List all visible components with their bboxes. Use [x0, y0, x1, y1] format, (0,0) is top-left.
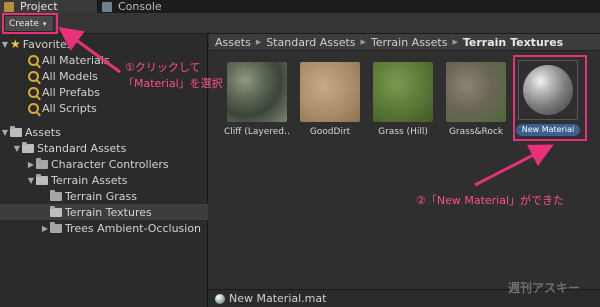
texture-thumbnail [373, 62, 433, 122]
annotation-step2: ②「New Material」ができた [416, 194, 565, 207]
search-icon [28, 70, 39, 82]
favorite-item-label: All Scripts [42, 101, 97, 115]
favorites-header[interactable]: ▼ ★ Favorites [0, 36, 208, 52]
texture-thumbnail [227, 62, 287, 122]
folder-icon [50, 189, 62, 201]
asset-label: Grass (Hill) [378, 127, 428, 137]
texture-thumbnail [300, 62, 360, 122]
breadcrumb-item[interactable]: Assets [215, 36, 251, 49]
expand-arrow-icon: ▼ [1, 127, 9, 137]
favorite-item-all-scripts[interactable]: All Scripts [0, 100, 208, 116]
project-icon [4, 1, 14, 12]
star-icon: ★ [10, 37, 21, 51]
folder-icon [50, 205, 62, 217]
asset-label: Cliff (Layered… [224, 127, 290, 137]
tree-item-assets[interactable]: ▼ Assets [0, 124, 208, 140]
asset-tile[interactable]: Cliff (Layered… [224, 62, 290, 137]
favorite-item-label: All Prefabs [42, 85, 100, 99]
asset-label: Grass&Rock [448, 127, 504, 137]
tree-item-label: Assets [25, 125, 61, 139]
tree-item-label: Trees Ambient-Occlusion [65, 221, 202, 235]
breadcrumb-item[interactable]: Standard Assets [266, 36, 355, 49]
tab-console-label: Console [118, 0, 162, 13]
folder-icon [36, 173, 48, 185]
console-icon [102, 1, 112, 12]
tree-item-label: Terrain Assets [51, 173, 128, 187]
folder-icon [22, 141, 34, 153]
collapse-arrow-icon: ▶ [41, 223, 49, 233]
annotation-step1-line2: 「Material」を選択 [123, 77, 223, 90]
tree-item-character-controllers[interactable]: ▶ Character Controllers [0, 156, 208, 172]
tree-item-label: Standard Assets [37, 141, 127, 155]
tab-project[interactable]: Project [0, 0, 98, 13]
favorite-item-label: All Materials [42, 53, 110, 67]
expand-arrow-icon: ▼ [13, 143, 21, 153]
tab-console[interactable]: Console [98, 0, 218, 13]
texture-thumbnail [446, 62, 506, 122]
chevron-right-icon: ▶ [255, 38, 262, 46]
asset-label: GoodDirt [309, 127, 351, 137]
annotation-step1-line1: ①クリックして [125, 61, 201, 74]
asset-tile[interactable]: Grass (Hill) [370, 62, 436, 137]
breadcrumb-current[interactable]: Terrain Textures [463, 36, 563, 49]
asset-tile[interactable]: GoodDirt [297, 62, 363, 137]
tree-item-standard-assets[interactable]: ▼ Standard Assets [0, 140, 208, 156]
tree-item-trees[interactable]: ▶ Trees Ambient-Occlusion [0, 220, 208, 236]
folder-icon [36, 157, 48, 169]
status-filename: New Material.mat [229, 292, 327, 305]
search-icon [28, 86, 39, 98]
favorites-label: Favorites [22, 37, 73, 51]
project-toolbar: Create ▾ [0, 13, 600, 34]
folder-icon [50, 221, 62, 233]
breadcrumb: Assets ▶ Standard Assets ▶ Terrain Asset… [209, 34, 600, 51]
expand-arrow-icon: ▼ [1, 39, 9, 49]
tab-project-label: Project [20, 0, 58, 13]
tree-item-terrain-assets[interactable]: ▼ Terrain Assets [0, 172, 208, 188]
search-icon [28, 54, 39, 66]
create-highlight-box [2, 13, 58, 34]
tree-item-terrain-textures[interactable]: Terrain Textures [0, 204, 208, 220]
material-icon [215, 293, 225, 304]
new-material-highlight-box [513, 55, 587, 141]
tab-bar: Project Console [0, 0, 600, 13]
tree-item-label: Terrain Textures [65, 205, 152, 219]
folder-icon [10, 125, 22, 137]
tree-item-terrain-grass[interactable]: Terrain Grass [0, 188, 208, 204]
asset-tile[interactable]: Grass&Rock [443, 62, 509, 137]
breadcrumb-item[interactable]: Terrain Assets [371, 36, 448, 49]
watermark-logo: 週刊アスキー [508, 281, 581, 295]
chevron-right-icon: ▶ [360, 38, 366, 46]
chevron-right-icon: ▶ [452, 38, 458, 46]
search-icon [28, 102, 39, 114]
expand-arrow-icon: ▼ [27, 175, 35, 185]
tree-item-label: Character Controllers [51, 157, 169, 171]
tree-item-label: Terrain Grass [65, 189, 137, 203]
collapse-arrow-icon: ▶ [27, 159, 35, 169]
favorite-item-label: All Models [42, 69, 98, 83]
